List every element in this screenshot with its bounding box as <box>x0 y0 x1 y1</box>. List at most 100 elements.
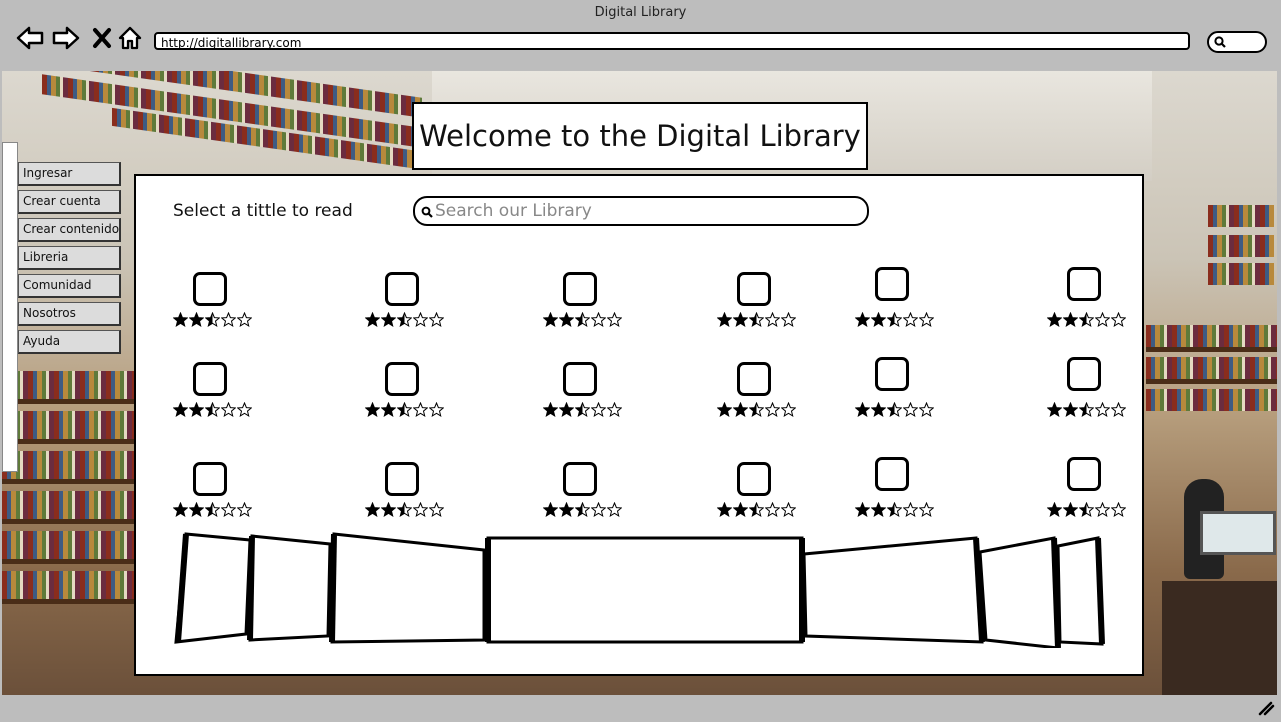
star-icon <box>429 402 444 417</box>
book-cover-checkbox[interactable] <box>385 362 419 396</box>
book-item[interactable] <box>365 362 455 428</box>
book-item[interactable] <box>543 362 633 428</box>
star-icon <box>559 312 574 327</box>
book-cover-checkbox[interactable] <box>737 362 771 396</box>
star-rating[interactable] <box>543 502 622 518</box>
star-icon <box>1063 402 1078 417</box>
book-item[interactable] <box>855 357 945 428</box>
star-rating[interactable] <box>855 502 934 518</box>
star-rating[interactable] <box>855 312 934 328</box>
sidebar-item-ingresar[interactable]: Ingresar <box>18 162 121 186</box>
book-cover-checkbox[interactable] <box>563 362 597 396</box>
book-item[interactable] <box>365 462 455 528</box>
book-cover-checkbox[interactable] <box>385 272 419 306</box>
star-icon <box>1063 312 1078 327</box>
book-cover-checkbox[interactable] <box>193 362 227 396</box>
star-icon <box>871 502 886 517</box>
star-icon <box>575 502 590 517</box>
book-item[interactable] <box>1047 267 1137 338</box>
book-cover-checkbox[interactable] <box>193 272 227 306</box>
star-rating[interactable] <box>1047 402 1126 418</box>
star-icon <box>591 502 606 517</box>
back-arrow-icon[interactable] <box>16 24 44 52</box>
book-cover-checkbox[interactable] <box>875 267 909 301</box>
book-item[interactable] <box>543 272 633 338</box>
sidebar-item-comunidad[interactable]: Comunidad <box>18 274 121 298</box>
book-item[interactable] <box>365 272 455 338</box>
star-icon <box>1079 402 1094 417</box>
star-icon <box>381 312 396 327</box>
star-icon <box>919 312 934 327</box>
star-rating[interactable] <box>365 502 444 518</box>
resize-grip-icon[interactable] <box>1257 700 1275 716</box>
sidebar-scrollbar[interactable] <box>2 142 18 472</box>
book-item[interactable] <box>717 272 807 338</box>
library-search-input[interactable] <box>435 201 855 221</box>
sidebar-item-nosotros[interactable]: Nosotros <box>18 302 121 326</box>
star-rating[interactable] <box>173 312 252 328</box>
star-rating[interactable] <box>717 502 796 518</box>
star-rating[interactable] <box>717 312 796 328</box>
library-search-field[interactable] <box>413 196 869 226</box>
book-cover-checkbox[interactable] <box>737 462 771 496</box>
star-icon <box>1079 312 1094 327</box>
star-rating[interactable] <box>1047 502 1126 518</box>
book-item[interactable] <box>717 462 807 528</box>
star-icon <box>543 312 558 327</box>
star-icon <box>221 502 236 517</box>
book-cover-checkbox[interactable] <box>385 462 419 496</box>
star-rating[interactable] <box>1047 312 1126 328</box>
book-item[interactable] <box>855 267 945 338</box>
browser-search-field[interactable] <box>1207 31 1267 53</box>
book-cover-checkbox[interactable] <box>737 272 771 306</box>
sidebar-item-libreria[interactable]: Libreria <box>18 246 121 270</box>
star-icon <box>607 312 622 327</box>
star-icon <box>365 502 380 517</box>
star-rating[interactable] <box>855 402 934 418</box>
star-icon <box>749 402 764 417</box>
book-item[interactable] <box>1047 357 1137 428</box>
star-rating[interactable] <box>365 402 444 418</box>
book-cover-checkbox[interactable] <box>563 272 597 306</box>
sidebar-item-crear-contenido[interactable]: Crear contenido <box>18 218 121 242</box>
star-rating[interactable] <box>717 402 796 418</box>
book-cover-checkbox[interactable] <box>875 457 909 491</box>
star-icon <box>855 502 870 517</box>
star-icon <box>887 502 902 517</box>
star-icon <box>887 402 902 417</box>
book-item[interactable] <box>173 462 263 528</box>
close-icon[interactable] <box>88 24 116 52</box>
book-item[interactable] <box>855 457 945 528</box>
book-cover-checkbox[interactable] <box>1067 457 1101 491</box>
star-icon <box>1063 502 1078 517</box>
star-icon <box>591 312 606 327</box>
star-rating[interactable] <box>173 502 252 518</box>
book-item[interactable] <box>1047 457 1137 528</box>
carousel-item <box>330 532 486 644</box>
star-rating[interactable] <box>365 312 444 328</box>
sidebar-item-ayuda[interactable]: Ayuda <box>18 330 121 354</box>
address-bar[interactable]: http://digitallibrary.com <box>154 32 1190 50</box>
star-icon <box>429 502 444 517</box>
star-icon <box>1095 402 1110 417</box>
book-item[interactable] <box>173 272 263 338</box>
book-carousel[interactable] <box>172 524 1108 648</box>
star-rating[interactable] <box>543 402 622 418</box>
book-cover-checkbox[interactable] <box>193 462 227 496</box>
book-cover-checkbox[interactable] <box>1067 357 1101 391</box>
forward-arrow-icon[interactable] <box>52 24 80 52</box>
book-cover-checkbox[interactable] <box>563 462 597 496</box>
book-item[interactable] <box>717 362 807 428</box>
home-icon[interactable] <box>116 24 144 52</box>
sidebar-item-crear-cuenta[interactable]: Crear cuenta <box>18 190 121 214</box>
star-icon <box>855 312 870 327</box>
star-icon <box>717 502 732 517</box>
book-item[interactable] <box>543 462 633 528</box>
search-icon <box>1214 36 1226 48</box>
star-rating[interactable] <box>173 402 252 418</box>
star-rating[interactable] <box>543 312 622 328</box>
book-cover-checkbox[interactable] <box>1067 267 1101 301</box>
book-item[interactable] <box>173 362 263 428</box>
book-cover-checkbox[interactable] <box>875 357 909 391</box>
star-icon <box>543 502 558 517</box>
